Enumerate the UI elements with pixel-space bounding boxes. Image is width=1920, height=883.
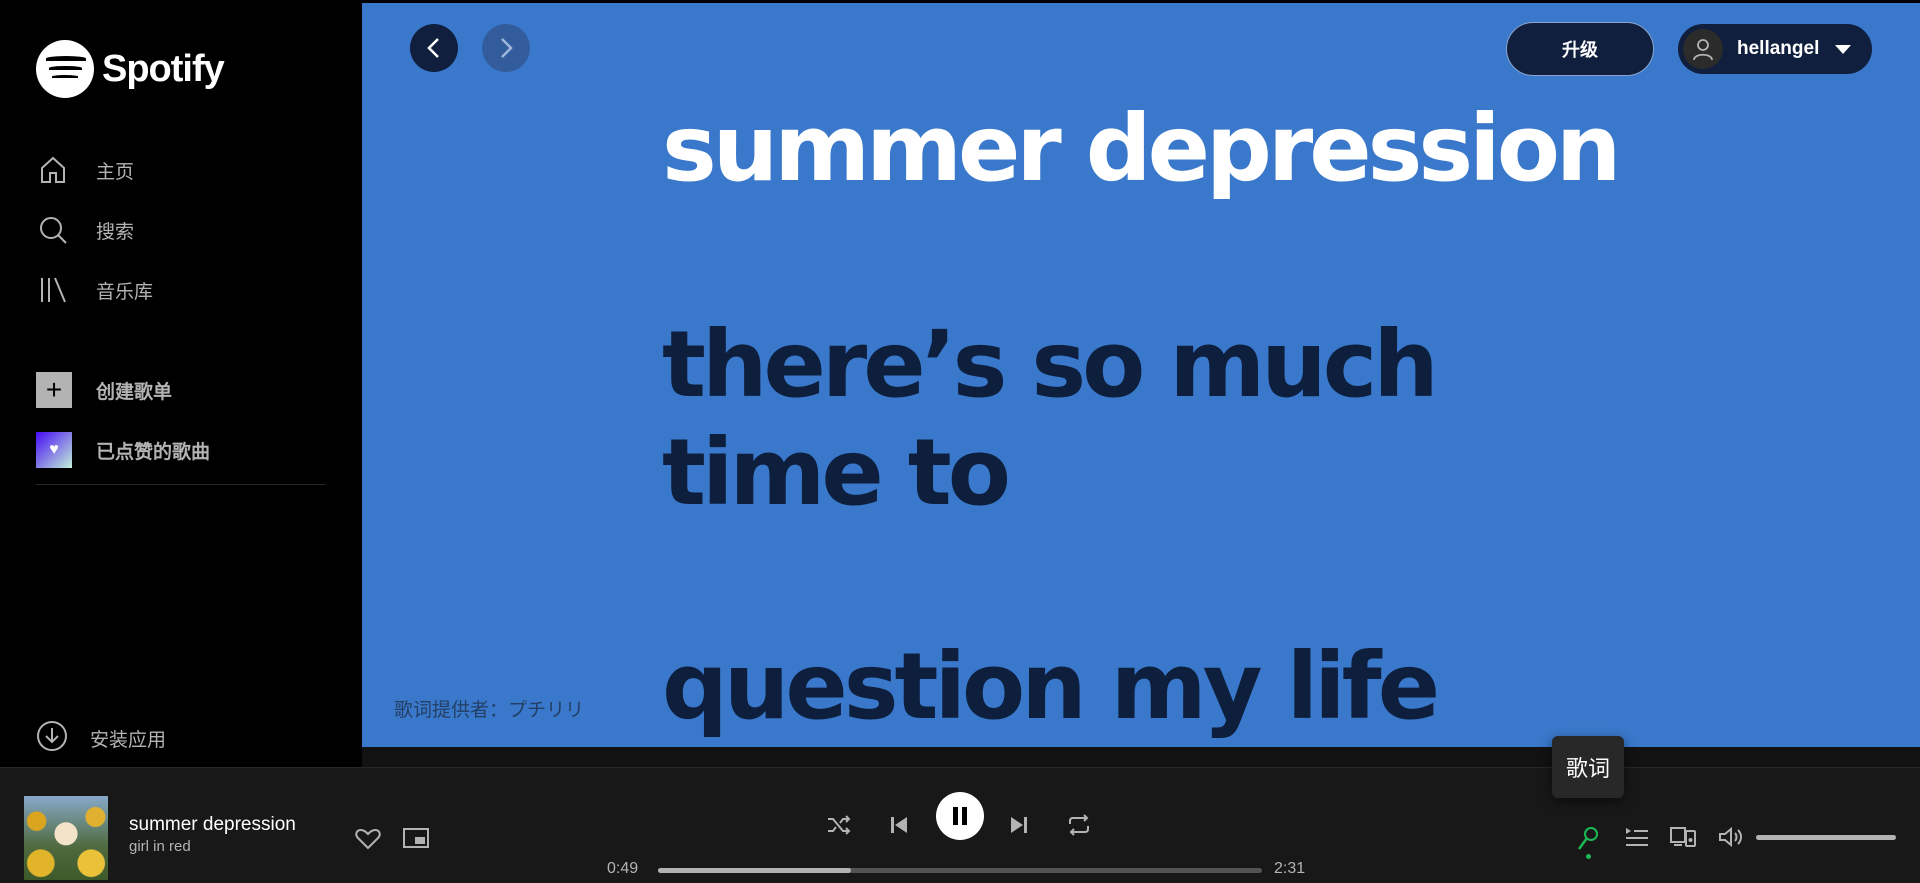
sidebar-nav: 主页 搜索 音乐库	[0, 140, 362, 320]
volume-slider[interactable]	[1756, 835, 1896, 840]
download-icon	[36, 720, 68, 757]
install-app-button[interactable]: 安装应用	[36, 720, 166, 757]
liked-songs-button[interactable]: ♥ 已点赞的歌曲	[0, 420, 362, 480]
repeat-icon	[1069, 814, 1089, 836]
lyric-line-active[interactable]: summer depression	[662, 95, 1621, 203]
album-cover[interactable]	[24, 796, 108, 880]
shuffle-button[interactable]	[826, 814, 852, 836]
volume-fill	[1756, 835, 1896, 840]
liked-songs-label: 已点赞的歌曲	[96, 441, 211, 463]
picture-in-picture-icon	[403, 828, 429, 848]
chevron-right-icon	[501, 38, 513, 58]
lyrics-view: 升级 hellangel summer depression there’s s…	[362, 3, 1920, 747]
spotify-logo[interactable]: Spotify	[36, 40, 225, 98]
spotify-logo-icon	[36, 40, 94, 98]
sidebar-item-label: 音乐库	[96, 281, 154, 303]
sidebar-actions: + 创建歌单 ♥ 已点赞的歌曲	[0, 360, 362, 480]
lyric-line[interactable]: question my life	[662, 633, 1440, 741]
lyric-line[interactable]: there’s so much time to	[662, 311, 1622, 527]
track-artist[interactable]: girl in red	[129, 838, 191, 855]
username: hellangel	[1737, 38, 1820, 59]
total-duration: 2:31	[1274, 860, 1306, 877]
caret-down-icon	[1835, 44, 1852, 54]
track-title[interactable]: summer depression	[129, 814, 296, 836]
sidebar-item-home[interactable]: 主页	[0, 140, 362, 200]
main-bottom-strip	[362, 747, 1920, 767]
like-button[interactable]	[355, 827, 381, 856]
connect-device-button[interactable]	[1670, 826, 1696, 853]
pause-button[interactable]	[936, 792, 984, 840]
devices-icon	[1670, 827, 1696, 847]
microphone-icon	[1577, 827, 1598, 850]
progress-fill	[658, 868, 852, 873]
playback-progress-bar[interactable]	[658, 868, 1262, 873]
sidebar-item-label: 主页	[96, 161, 135, 183]
user-avatar-icon	[1683, 29, 1723, 69]
pause-icon	[953, 807, 967, 825]
upgrade-button[interactable]: 升级	[1506, 22, 1654, 76]
sidebar-item-search[interactable]: 搜索	[0, 200, 362, 260]
brand-name: Spotify	[102, 47, 225, 90]
forward-button[interactable]	[482, 24, 530, 72]
volume-icon	[1719, 826, 1742, 848]
repeat-button[interactable]	[1066, 814, 1092, 836]
queue-icon	[1626, 828, 1648, 846]
install-app-label: 安装应用	[90, 730, 167, 751]
chevron-left-icon	[427, 38, 439, 58]
lyrics-button[interactable]	[1576, 826, 1600, 857]
lyrics-provider: 歌词提供者：プチリリ	[394, 700, 585, 721]
skip-back-icon	[891, 817, 907, 833]
volume-button[interactable]	[1718, 826, 1744, 853]
user-menu-button[interactable]: hellangel	[1678, 24, 1872, 74]
previous-button[interactable]	[888, 814, 910, 836]
sidebar-item-label: 搜索	[96, 221, 135, 243]
create-playlist-button[interactable]: + 创建歌单	[0, 360, 362, 420]
next-button[interactable]	[1008, 814, 1030, 836]
search-icon	[36, 213, 70, 247]
sidebar: Spotify 主页 搜索 音乐库 + 创建歌单 ♥ 已点赞的歌曲 安装应用	[0, 0, 362, 767]
skip-forward-icon	[1011, 817, 1027, 833]
heart-outline-icon	[355, 828, 381, 850]
sidebar-divider	[36, 484, 326, 485]
home-icon	[36, 153, 70, 187]
create-playlist-label: 创建歌单	[96, 381, 173, 403]
elapsed-time: 0:49	[607, 860, 639, 877]
active-indicator-dot	[1586, 854, 1591, 859]
library-icon	[36, 273, 70, 307]
now-playing-bar: summer depression girl in red 0:49 2:31	[0, 767, 1920, 883]
plus-icon: +	[36, 372, 72, 408]
sidebar-item-library[interactable]: 音乐库	[0, 260, 362, 320]
back-button[interactable]	[410, 24, 458, 72]
queue-button[interactable]	[1624, 826, 1650, 853]
shuffle-icon	[828, 815, 851, 835]
miniplayer-button[interactable]	[403, 827, 429, 854]
lyrics-tooltip: 歌词	[1552, 736, 1624, 798]
heart-icon: ♥	[36, 432, 72, 468]
